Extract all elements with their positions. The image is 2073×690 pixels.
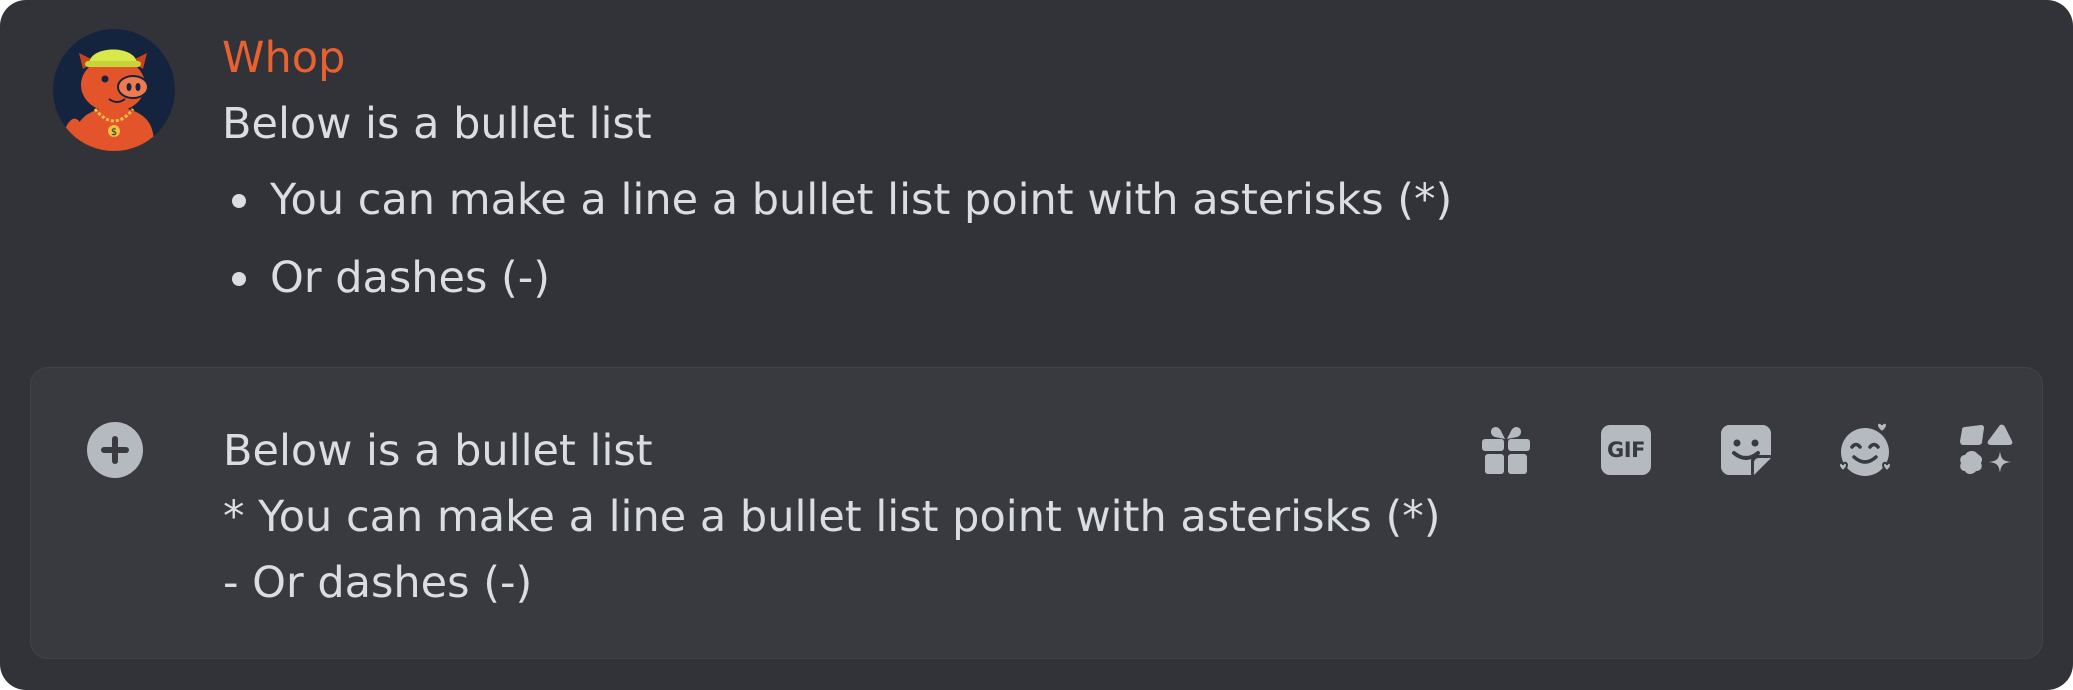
- sticker-button[interactable]: [1717, 421, 1775, 479]
- list-item-text: You can make a line a bullet list point …: [270, 175, 1453, 225]
- gif-icon: GIF: [1601, 425, 1651, 475]
- gift-button[interactable]: [1477, 421, 1535, 479]
- message-composer: Below is a bullet list * You can make a …: [30, 367, 2043, 659]
- input-line: - Or dashes (-): [223, 558, 533, 608]
- input-line: * You can make a line a bullet list poin…: [223, 492, 1441, 542]
- list-item-text: Or dashes (-): [270, 253, 551, 303]
- attach-button[interactable]: [87, 422, 143, 478]
- bullet-dot-icon: [232, 194, 246, 208]
- chat-window: $ Whop Below is a bullet list You can ma…: [0, 0, 2073, 690]
- gif-button[interactable]: GIF: [1597, 421, 1655, 479]
- message-text: Below is a bullet list: [222, 99, 652, 149]
- list-item: Or dashes (-): [222, 250, 1452, 328]
- list-item: You can make a line a bullet list point …: [222, 172, 1452, 250]
- message-input[interactable]: Below is a bullet list * You can make a …: [223, 418, 1441, 616]
- avatar[interactable]: $: [53, 29, 175, 151]
- emoji-icon: [1837, 421, 1893, 476]
- bullet-dot-icon: [232, 272, 246, 286]
- apps-button[interactable]: [1957, 421, 2015, 479]
- message: $ Whop Below is a bullet list You can ma…: [0, 0, 2073, 350]
- svg-text:$: $: [111, 127, 117, 138]
- pig-mascot-icon: $: [53, 29, 175, 151]
- gift-icon: [1482, 427, 1530, 474]
- bullet-list: You can make a line a bullet list point …: [222, 172, 1452, 328]
- emoji-button[interactable]: [1837, 421, 1895, 479]
- input-line: Below is a bullet list: [223, 426, 653, 476]
- sticker-icon: [1721, 425, 1771, 475]
- username[interactable]: Whop: [222, 30, 345, 86]
- apps-icon: [1960, 424, 2013, 474]
